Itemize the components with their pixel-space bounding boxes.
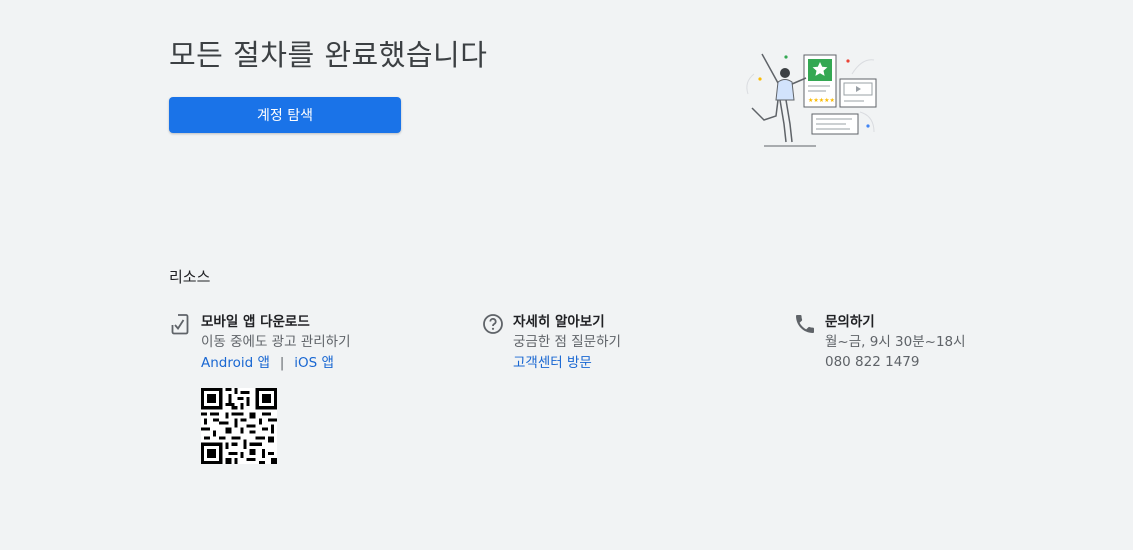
learn-more-description: 궁금한 점 질문하기 <box>513 334 621 350</box>
learn-more-title: 자세히 알아보기 <box>513 314 605 330</box>
page-title: 모든 절차를 완료했습니다 <box>169 38 488 72</box>
celebration-illustration: ★★★★★ <box>746 53 877 147</box>
link-separator: | <box>279 356 285 371</box>
android-app-link[interactable]: Android 앱 <box>201 355 270 371</box>
qr-code <box>201 388 277 464</box>
svg-text:★★★★★: ★★★★★ <box>808 97 835 104</box>
business-hours: 월~금, 9시 30분~18시 <box>825 334 966 350</box>
resources-heading: 리소스 <box>169 268 211 286</box>
phone-download-icon <box>171 314 189 335</box>
mobile-app-title: 모바일 앱 다운로드 <box>201 314 310 330</box>
phone-icon <box>796 315 814 333</box>
help-circle-icon <box>483 314 503 334</box>
help-center-link[interactable]: 고객센터 방문 <box>513 355 592 371</box>
phone-number: 080 822 1479 <box>825 354 920 370</box>
mobile-app-description: 이동 중에도 광고 관리하기 <box>201 334 351 350</box>
ios-app-link[interactable]: iOS 앱 <box>294 355 334 371</box>
contact-title: 문의하기 <box>825 314 875 330</box>
explore-account-button[interactable]: 계정 탐색 <box>169 97 401 133</box>
